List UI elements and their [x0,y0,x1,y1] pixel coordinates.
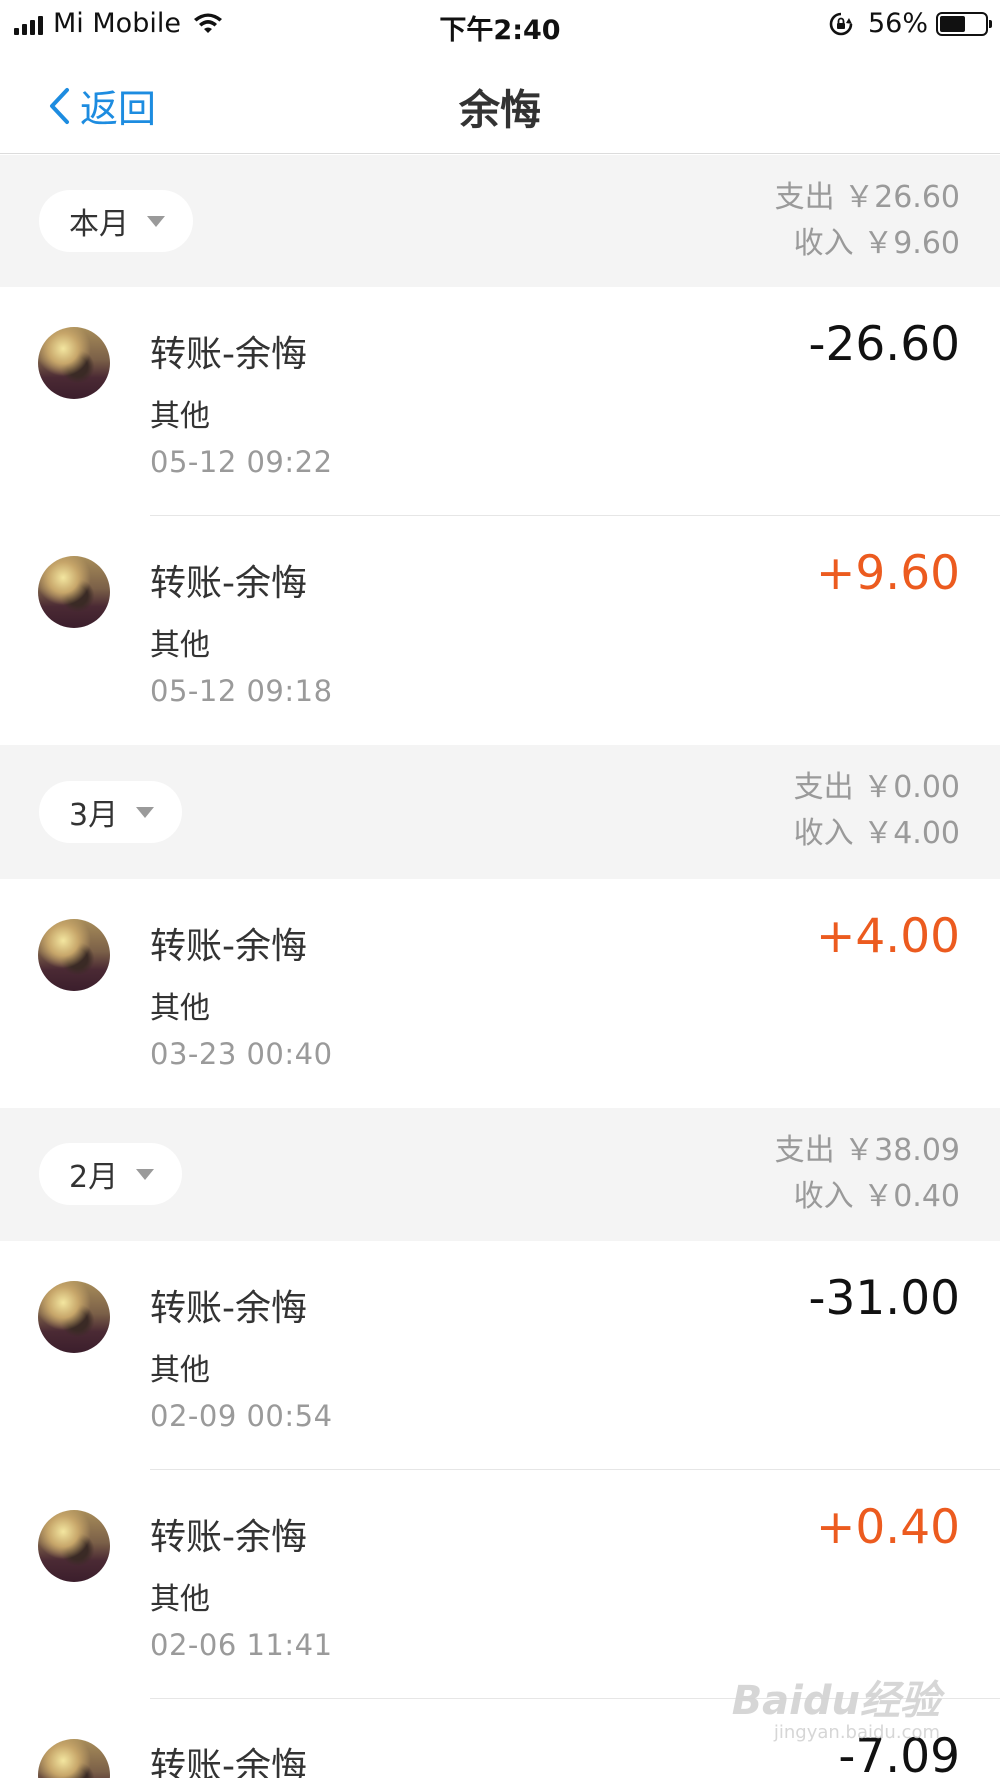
month-selector[interactable]: 本月 [39,190,193,252]
transaction-time: 03-23 00:40 [150,1037,333,1071]
page-title: 余悔 [459,86,541,134]
transaction-title: 转账-余悔 [150,1746,307,1778]
status-bar: Mi Mobile 下午2:40 56% [0,0,1000,50]
transaction-row[interactable]: 转账-余悔 其他 05-12 09:18 +9.60 [0,516,1000,745]
avatar [38,327,110,399]
month-header: 3月 支出 ￥0.00 收入 ￥4.00 [0,745,1000,879]
transaction-category: 其他 [150,628,210,663]
transaction-amount: +9.60 [815,546,960,601]
transaction-category: 其他 [150,991,210,1026]
watermark-logo: Baidu经验 [731,1678,940,1724]
transaction-time: 05-12 09:18 [150,674,333,708]
watermark-url: jingyan.baidu.com [773,1722,940,1743]
caret-down-icon [147,215,165,227]
transaction-category: 其他 [150,1353,210,1388]
expense-total: 支出 ￥0.00 [793,770,960,805]
orientation-lock-icon [829,12,853,35]
transaction-title: 转账-余悔 [150,926,307,967]
month-label: 3月 [69,798,119,833]
transaction-amount: -31.00 [808,1271,960,1326]
transaction-title: 转账-余悔 [150,1288,307,1329]
transaction-title: 转账-余悔 [150,334,307,375]
transaction-row[interactable]: 转账-余悔 其他 02-06 11:41 +0.40 [0,1470,1000,1699]
battery-icon [936,11,992,36]
transaction-amount: +4.00 [815,909,960,964]
transaction-amount: -26.60 [808,317,960,372]
month-summary: 支出 ￥26.60 收入 ￥9.60 [775,175,960,267]
caret-down-icon [136,1168,155,1180]
transaction-title: 转账-余悔 [150,1517,307,1558]
month-label: 本月 [69,207,129,242]
transaction-title: 转账-余悔 [150,563,307,604]
month-header: 2月 支出 ￥38.09 收入 ￥0.40 [0,1108,1000,1241]
income-total: 收入 ￥4.00 [793,816,960,851]
battery-percent: 56% [867,8,928,39]
month-header: 本月 支出 ￥26.60 收入 ￥9.60 [0,155,1000,287]
transaction-row[interactable]: 转账-余悔 其他 03-23 00:40 +4.00 [0,879,1000,1108]
avatar [38,919,110,991]
transaction-time: 05-12 09:22 [150,445,333,479]
transaction-category: 其他 [150,399,210,434]
avatar [38,1739,110,1778]
expense-total: 支出 ￥26.60 [774,180,960,215]
expense-total: 支出 ￥38.09 [774,1133,960,1168]
transaction-category: 其他 [150,1582,210,1617]
transaction-row[interactable]: 转账-余悔 其他 05-12 09:22 -26.60 [0,287,1000,516]
avatar [38,556,110,628]
month-selector[interactable]: 3月 [39,781,183,843]
navigation-bar: 返回 余悔 [0,50,1000,154]
month-label: 2月 [69,1160,119,1195]
transaction-time: 02-06 11:41 [150,1628,333,1662]
status-right: 56% [828,8,992,39]
transaction-amount: +0.40 [815,1500,960,1555]
income-total: 收入 ￥0.40 [793,1179,960,1214]
avatar [38,1510,110,1582]
transaction-row[interactable]: 转账-余悔 其他 02-09 00:54 -31.00 [0,1241,1000,1470]
month-summary: 支出 ￥0.00 收入 ￥4.00 [794,765,960,857]
income-total: 收入 ￥9.60 [793,226,960,261]
month-summary: 支出 ￥38.09 收入 ￥0.40 [775,1128,960,1220]
transaction-time: 02-09 00:54 [150,1399,333,1433]
caret-down-icon [136,806,155,818]
avatar [38,1281,110,1353]
month-selector[interactable]: 2月 [39,1143,183,1205]
